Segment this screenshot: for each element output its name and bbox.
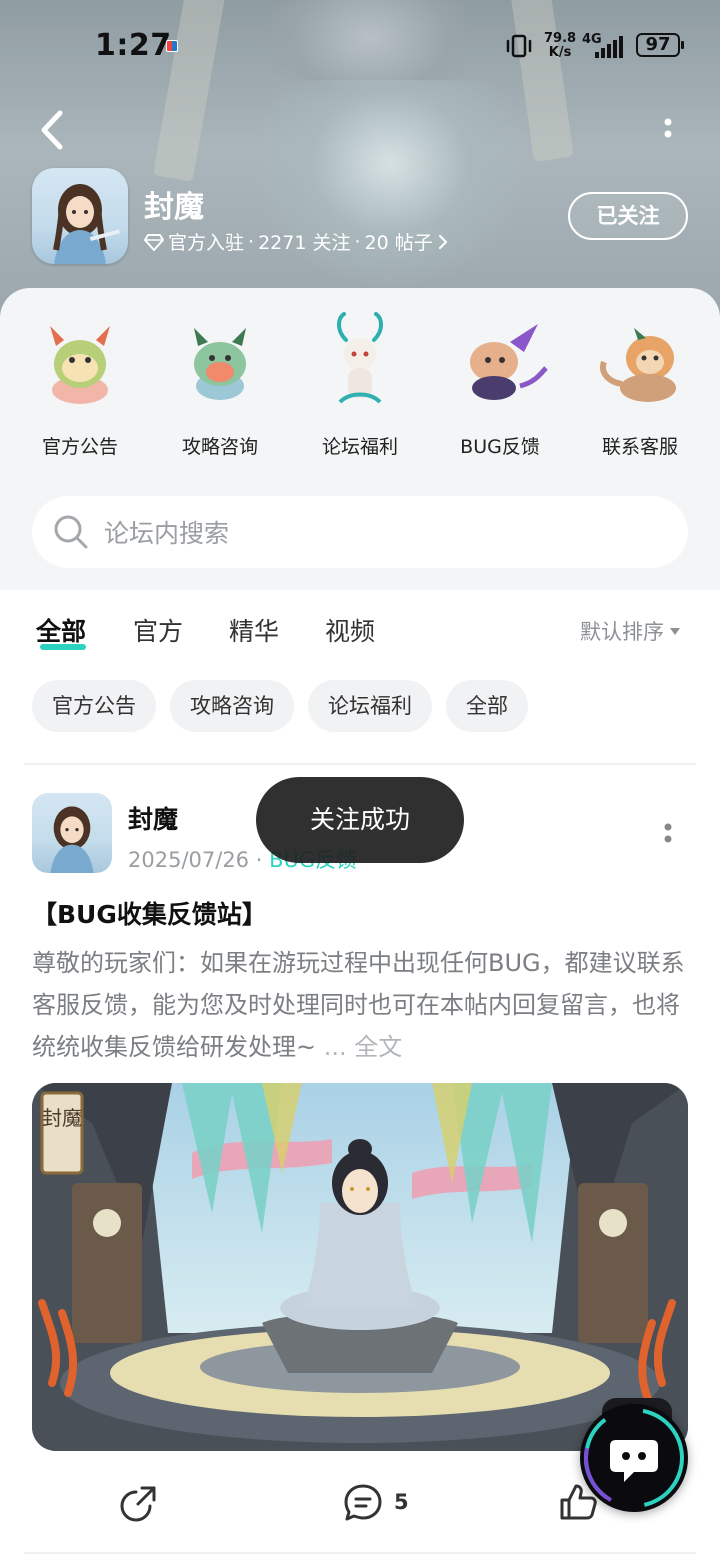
character-avatar-illustration — [50, 806, 94, 873]
battery-icon: 97 — [636, 33, 684, 57]
chip-strategy-consult[interactable]: 攻略咨询 — [170, 680, 294, 732]
category-strategy-consult[interactable]: 攻略咨询 — [150, 312, 290, 459]
more-vertical-icon[interactable] — [650, 110, 686, 150]
post-author-avatar[interactable] — [32, 793, 112, 873]
category-row: 官方公告 攻略咨询 论坛福利 BUG反馈 联系客服 — [0, 312, 720, 462]
post-author-name[interactable]: 封魔 — [128, 800, 178, 836]
back-arrow-icon[interactable] — [30, 105, 74, 155]
posts-count: 20 帖子 — [364, 232, 433, 254]
category-label: 联系客服 — [601, 436, 678, 458]
mascot-beast-purple-icon — [470, 324, 548, 400]
category-label: 攻略咨询 — [181, 436, 258, 458]
mascot-dragon-green-icon — [50, 326, 110, 404]
tab-official[interactable]: 官方 — [133, 612, 183, 648]
follow-button[interactable]: 已关注 — [568, 192, 688, 240]
mascot-dragon-teal-icon — [194, 328, 246, 400]
post-date: 2025/07/26 — [128, 848, 250, 872]
forum-meta[interactable]: 官方入驻 · 2271 关注 · 20 帖子 — [144, 228, 449, 255]
chevron-right-icon — [438, 234, 447, 249]
warrior-illustration — [250, 80, 530, 290]
notification-icon — [166, 40, 178, 52]
tab-all[interactable]: 全部 — [36, 612, 86, 648]
search-icon — [54, 515, 88, 549]
chat-bubble-icon — [584, 1408, 684, 1508]
sort-label: 默认排序 — [580, 620, 664, 644]
active-tab-indicator — [40, 644, 86, 650]
caret-down-icon — [670, 627, 680, 635]
category-label: BUG反馈 — [460, 436, 540, 458]
network-speed-unit: K/s — [548, 45, 572, 60]
mascot-lion-orange-icon — [600, 328, 676, 402]
category-official-announcement[interactable]: 官方公告 — [10, 312, 150, 459]
comment-count: 5 — [394, 1490, 409, 1514]
more-vertical-icon[interactable] — [650, 815, 686, 855]
category-bug-feedback[interactable]: BUG反馈 — [430, 312, 570, 459]
category-contact-service[interactable]: 联系客服 — [570, 312, 710, 459]
vibrate-icon — [506, 34, 532, 58]
chip-forum-benefits[interactable]: 论坛福利 — [308, 680, 432, 732]
post-title[interactable]: 【BUG收集反馈站】 — [32, 895, 267, 931]
network-speed-value: 79.8 — [544, 31, 577, 46]
status-bar: 1:27 79.8 K/s 4G 97 — [0, 0, 720, 90]
share-button[interactable] — [120, 1482, 160, 1522]
filter-chips: 官方公告 攻略咨询 论坛福利 全部 — [32, 680, 528, 732]
tab-video[interactable]: 视频 — [325, 612, 375, 648]
meta-separator: · — [248, 230, 255, 253]
official-badge-label: 官方入驻 — [168, 232, 245, 254]
chip-official-announcement[interactable]: 官方公告 — [32, 680, 156, 732]
network-speed: 79.8 K/s — [544, 32, 576, 60]
share-icon — [120, 1486, 156, 1522]
read-more-link[interactable]: ... 全文 — [324, 1033, 403, 1061]
category-label: 论坛福利 — [321, 436, 398, 458]
search-placeholder: 论坛内搜索 — [104, 519, 230, 548]
battery-level: 97 — [645, 34, 671, 55]
post-excerpt[interactable]: 尊敬的玩家们：如果在游玩过程中出现任何BUG，都建议联系客服反馈，能为您及时处理… — [32, 942, 688, 1068]
toast-message: 关注成功 — [256, 777, 464, 863]
meditation-scene-illustration: 封魔 — [32, 1083, 688, 1451]
comment-icon — [344, 1484, 382, 1521]
search-input[interactable]: 论坛内搜索 — [32, 496, 688, 568]
comment-button[interactable]: 5 — [342, 1482, 409, 1522]
followers-count: 2271 关注 — [258, 232, 351, 254]
meta-separator: · — [354, 230, 361, 253]
status-time: 1:27 — [95, 28, 172, 63]
section-divider — [24, 763, 696, 765]
sort-dropdown[interactable]: 默认排序 — [580, 616, 680, 646]
meta-separator: · — [255, 848, 263, 872]
image-caption: 封魔 — [42, 1106, 82, 1130]
category-forum-benefits[interactable]: 论坛福利 — [290, 312, 430, 459]
section-divider — [24, 1552, 696, 1554]
mascot-deer-white-icon — [337, 312, 383, 404]
chat-floating-button[interactable] — [580, 1404, 688, 1512]
post-image[interactable]: 封魔 — [32, 1083, 688, 1451]
forum-title: 封魔 — [144, 190, 204, 225]
category-label: 官方公告 — [41, 436, 118, 458]
signal-icon — [595, 36, 623, 58]
character-avatar-illustration — [53, 184, 120, 264]
tab-featured[interactable]: 精华 — [229, 612, 279, 648]
diamond-badge-icon — [144, 233, 164, 251]
forum-app-icon — [32, 168, 128, 264]
chip-all[interactable]: 全部 — [446, 680, 528, 732]
